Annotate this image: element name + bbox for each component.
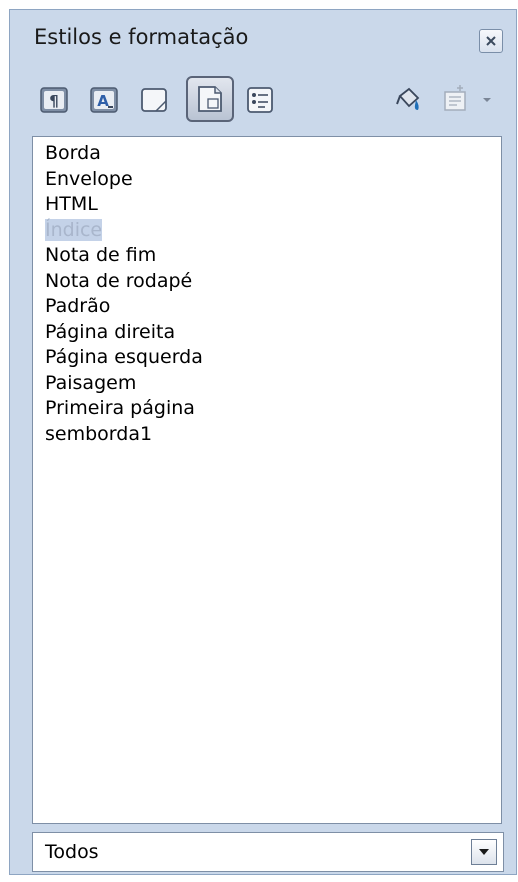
- filter-selected-value: Todos: [45, 841, 99, 863]
- style-list-item-label: Nota de rodapé: [45, 269, 193, 292]
- fill-format-mode-button[interactable]: [390, 82, 426, 118]
- chevron-down-icon: [479, 849, 489, 855]
- fill-format-mode-icon: [396, 87, 420, 110]
- frame-styles-icon: [141, 88, 167, 112]
- style-list-item-label: Borda: [45, 142, 101, 164]
- style-list-item-label: Envelope: [45, 167, 133, 190]
- new-style-from-selection-icon: [444, 85, 466, 111]
- character-styles-icon: A: [90, 87, 118, 113]
- style-list-item[interactable]: Nota de fim: [45, 243, 203, 269]
- paragraph-styles-icon: ¶: [40, 87, 68, 113]
- style-list-item-label: Nota de fim: [45, 244, 157, 266]
- style-list-item-label: Primeira página: [45, 397, 195, 419]
- list-styles-icon: [247, 87, 273, 113]
- styles-list[interactable]: Borda Envelope HTML Índice Nota de fim Nota d…: [32, 136, 502, 824]
- style-list-item-label: Paisagem: [45, 371, 137, 394]
- close-icon: [486, 36, 496, 46]
- styles-list-items: Borda Envelope HTML Índice Nota de fim Nota d…: [45, 141, 203, 447]
- style-list-item[interactable]: Índice: [45, 218, 203, 244]
- style-list-item-label: Índice: [45, 218, 103, 241]
- filter-dropdown-button[interactable]: [471, 839, 497, 865]
- list-styles-button[interactable]: [242, 82, 278, 118]
- panel-title: Estilos e formatação: [34, 25, 249, 49]
- style-list-item-label: HTML: [45, 193, 98, 215]
- style-list-item-label: semborda1: [45, 422, 153, 445]
- style-list-item[interactable]: Página direita: [45, 320, 203, 346]
- style-list-item-label: Página esquerda: [45, 346, 203, 368]
- style-list-item[interactable]: Envelope: [45, 167, 203, 193]
- frame-styles-button[interactable]: [136, 82, 172, 118]
- style-list-item[interactable]: Nota de rodapé: [45, 269, 203, 295]
- close-button[interactable]: [479, 29, 503, 53]
- style-list-item-label: Página direita: [45, 320, 176, 343]
- character-styles-button[interactable]: A: [86, 82, 122, 118]
- style-list-item[interactable]: Borda: [45, 141, 203, 167]
- style-list-item[interactable]: Paisagem: [45, 371, 203, 397]
- new-style-dropdown-button[interactable]: [476, 82, 498, 118]
- style-list-item[interactable]: semborda1: [45, 422, 203, 448]
- styles-and-formatting-panel: Estilos e formatação ¶ A Borda Envelope …: [9, 9, 517, 875]
- svg-text:A: A: [97, 92, 109, 110]
- style-list-item[interactable]: Página esquerda: [45, 345, 203, 371]
- style-filter-dropdown[interactable]: Todos: [32, 832, 504, 872]
- title-bar: Estilos e formatação: [10, 10, 516, 66]
- new-style-from-selection-button[interactable]: [438, 82, 474, 118]
- page-styles-icon: [198, 86, 222, 112]
- svg-text:¶: ¶: [49, 92, 59, 110]
- style-list-item[interactable]: HTML: [45, 192, 203, 218]
- style-list-item[interactable]: Primeira página: [45, 396, 203, 422]
- page-styles-button[interactable]: [186, 76, 234, 122]
- chevron-down-icon: [483, 98, 491, 102]
- style-list-item-label: Padrão: [45, 295, 111, 317]
- paragraph-styles-button[interactable]: ¶: [36, 82, 72, 118]
- style-list-item[interactable]: Padrão: [45, 294, 203, 320]
- style-category-toolbar: ¶ A: [10, 72, 516, 124]
